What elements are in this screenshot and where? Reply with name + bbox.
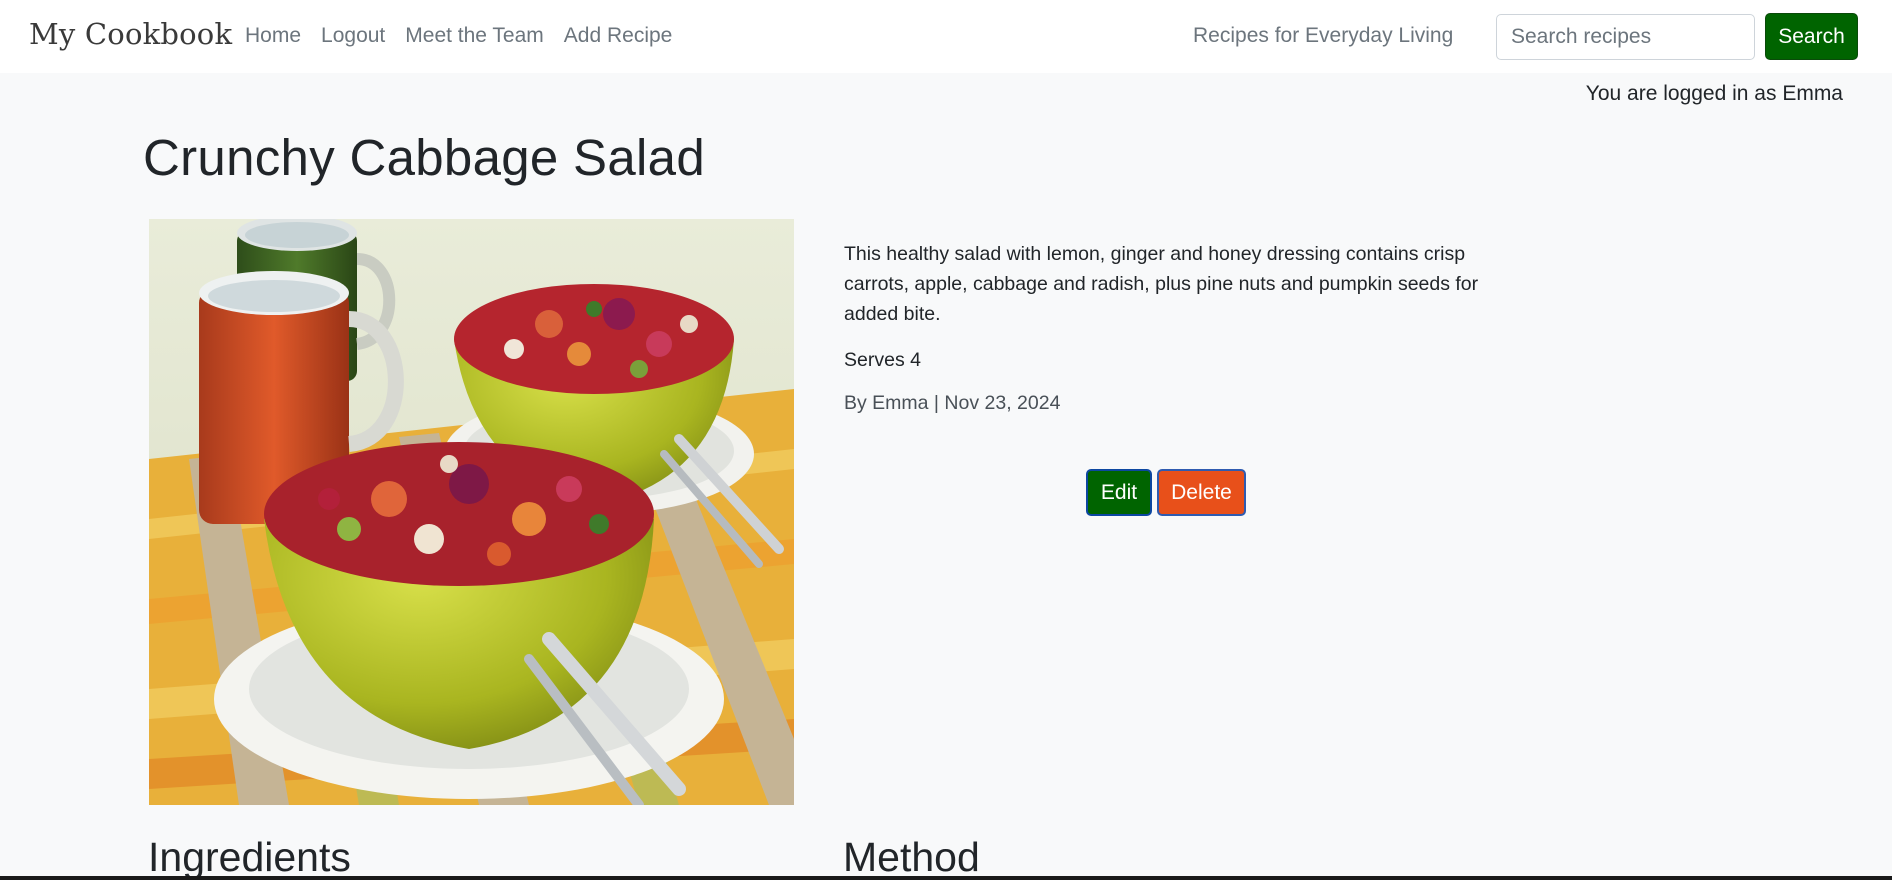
brand-logo[interactable]: My Cookbook (29, 17, 232, 51)
delete-button[interactable]: Delete (1157, 469, 1246, 516)
nav-links: Home Logout Meet the Team Add Recipe (245, 24, 672, 48)
recipe-photo (149, 219, 794, 805)
edit-button[interactable]: Edit (1086, 469, 1152, 516)
nav-link-home[interactable]: Home (245, 24, 301, 48)
recipe-details: This healthy salad with lemon, ginger an… (844, 239, 1504, 415)
recipe-byline: By Emma | Nov 23, 2024 (844, 392, 1061, 414)
method-heading: Method (843, 834, 980, 880)
navbar: My Cookbook Home Logout Meet the Team Ad… (0, 0, 1892, 73)
window-bottom-edge (0, 876, 1892, 880)
search-button[interactable]: Search (1765, 13, 1858, 60)
nav-link-logout[interactable]: Logout (321, 24, 385, 48)
nav-link-meet-the-team[interactable]: Meet the Team (405, 24, 544, 48)
search-input[interactable] (1496, 14, 1755, 60)
recipe-serves: Serves 4 (844, 349, 921, 371)
recipe-description: This healthy salad with lemon, ginger an… (844, 243, 1479, 325)
recipe-title: Crunchy Cabbage Salad (143, 129, 705, 186)
ingredients-heading: Ingredients (148, 834, 351, 880)
nav-link-add-recipe[interactable]: Add Recipe (564, 24, 673, 48)
site-tagline: Recipes for Everyday Living (1193, 24, 1454, 47)
logged-in-status: You are logged in as Emma (1585, 82, 1843, 105)
